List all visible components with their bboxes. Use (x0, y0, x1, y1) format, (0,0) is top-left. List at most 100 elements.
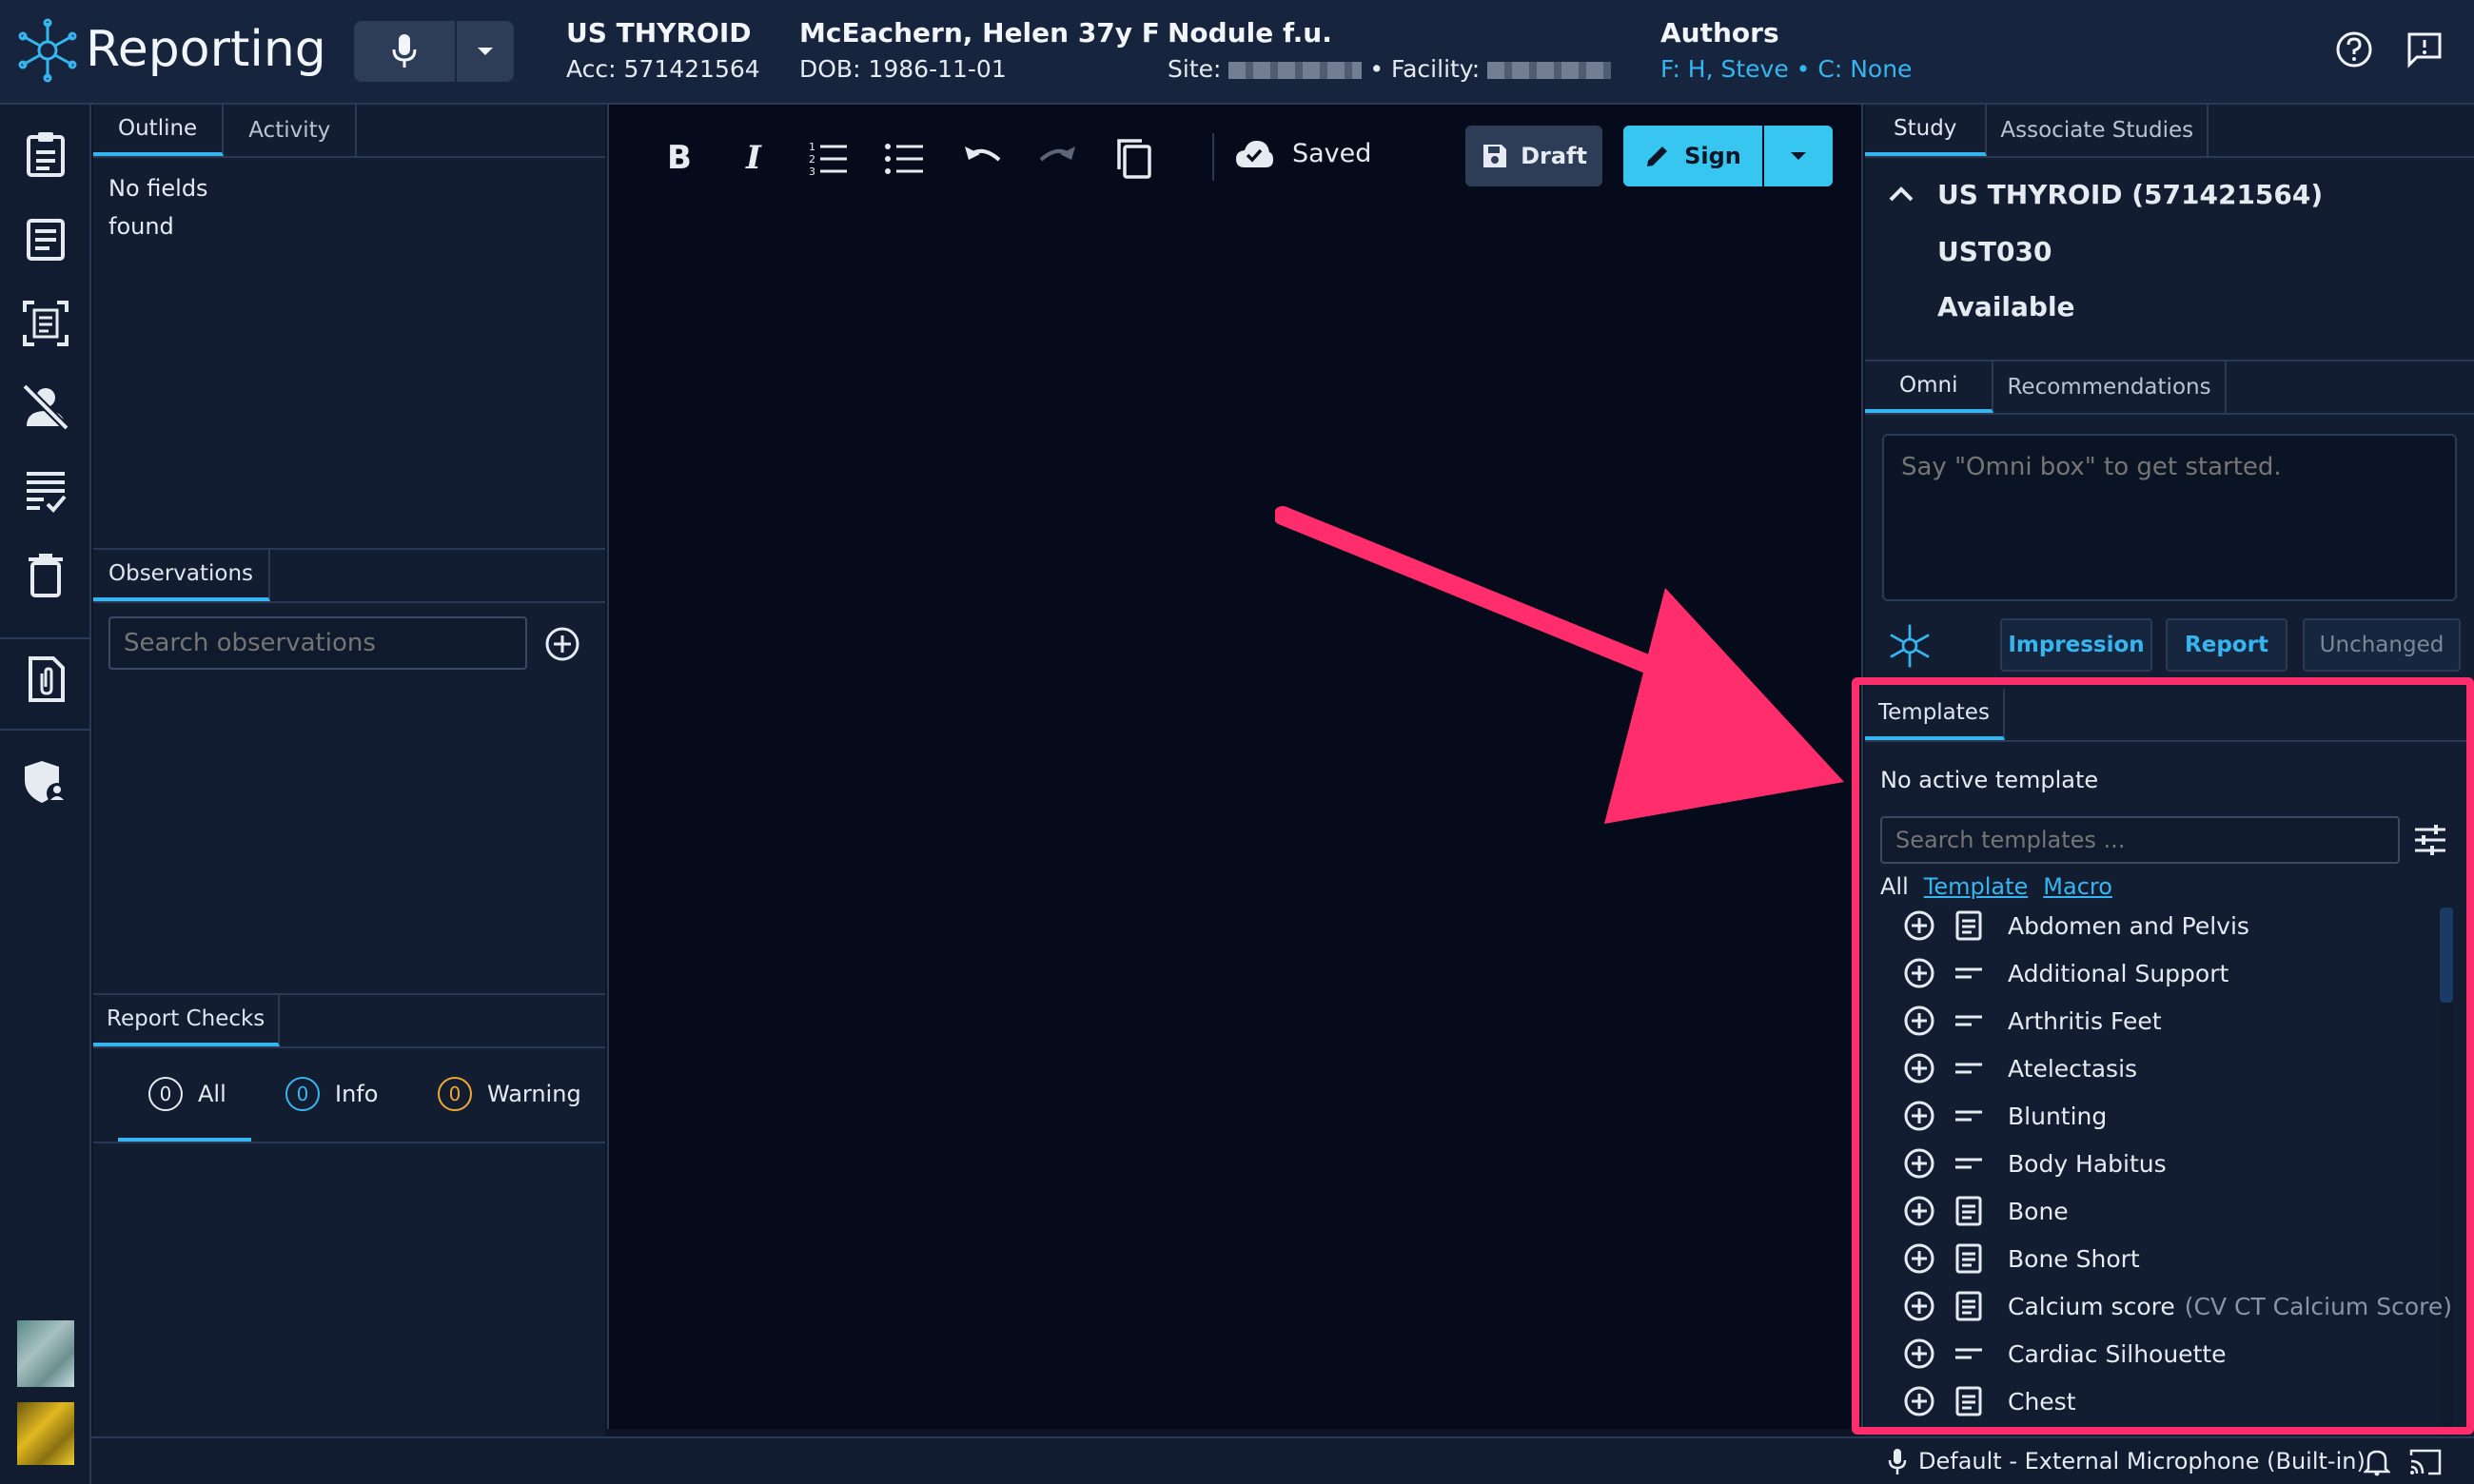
org-avatar[interactable] (17, 1402, 74, 1465)
add-template-icon[interactable] (1903, 1052, 1935, 1084)
sign-label: Sign (1684, 143, 1741, 169)
tab-activity[interactable]: Activity (224, 105, 358, 156)
template-row[interactable]: Bone Short (1903, 1235, 2140, 1282)
document-icon[interactable] (21, 215, 70, 264)
scan-document-icon[interactable] (21, 299, 70, 348)
check-filter-warning[interactable]: 0 Warning (438, 1077, 581, 1111)
search-observations-input[interactable] (108, 616, 527, 670)
draft-button[interactable]: Draft (1465, 126, 1602, 186)
scrollbar-thumb[interactable] (2440, 908, 2453, 1003)
user-off-icon[interactable] (21, 382, 70, 432)
omni-input[interactable] (1882, 434, 2457, 601)
feedback-icon[interactable] (2405, 30, 2444, 68)
template-document-icon (1953, 909, 1985, 942)
unchanged-button[interactable]: Unchanged (2303, 618, 2461, 672)
tab-observations[interactable]: Observations (93, 550, 271, 601)
saved-status: Saved (1292, 139, 1372, 168)
macro-text-icon (1953, 1147, 1985, 1180)
trash-icon[interactable] (21, 550, 70, 599)
add-template-icon[interactable] (1903, 1242, 1935, 1275)
add-template-icon[interactable] (1903, 1195, 1935, 1227)
check-count-all: 0 (148, 1077, 183, 1111)
app-header: Reporting US THYROID Acc: 571421564 McEa… (0, 0, 2474, 105)
macro-text-icon (1953, 1100, 1985, 1132)
template-row[interactable]: Bone (1903, 1187, 2069, 1235)
tab-study[interactable]: Study (1865, 105, 1988, 156)
user-avatar[interactable] (17, 1320, 74, 1387)
sign-dropdown-button[interactable] (1764, 126, 1833, 186)
tab-report-checks[interactable]: Report Checks (93, 995, 281, 1046)
template-row[interactable]: Arthritis Feet (1903, 997, 2162, 1045)
filter-template[interactable]: Template (1924, 873, 2029, 900)
template-row[interactable]: Cardiac Silhouette (1903, 1330, 2227, 1377)
undo-icon[interactable] (961, 137, 1003, 179)
save-draft-icon (1483, 145, 1507, 167)
clipboard-icon[interactable] (21, 129, 70, 179)
shield-user-icon[interactable] (21, 757, 70, 807)
svg-text:1: 1 (809, 141, 815, 153)
report-editor[interactable]: B I 1 2 3 Saved Draft Sign (607, 105, 1863, 1429)
check-filter-all[interactable]: 0 All (148, 1077, 226, 1111)
copy-icon[interactable] (1113, 137, 1155, 179)
patient-name: McEachern, Helen 37y F (799, 17, 1160, 49)
report-button[interactable]: Report (2166, 618, 2287, 672)
template-row[interactable]: Blunting (1903, 1092, 2107, 1140)
add-template-icon[interactable] (1903, 957, 1935, 989)
impression-button[interactable]: Impression (2000, 618, 2152, 672)
add-template-icon[interactable] (1903, 1290, 1935, 1322)
add-template-icon[interactable] (1903, 1147, 1935, 1180)
check-count-warning: 0 (438, 1077, 472, 1111)
filter-settings-icon[interactable] (2413, 824, 2447, 856)
redo-icon[interactable] (1037, 137, 1079, 179)
tab-outline[interactable]: Outline (93, 105, 225, 156)
template-row[interactable]: Calcium score (CV CT Calcium Score) (1903, 1282, 2452, 1330)
checklist-icon[interactable] (21, 466, 70, 516)
help-icon[interactable] (2335, 30, 2373, 68)
templates-scrollbar[interactable] (2440, 908, 2453, 1436)
authors-value[interactable]: F: H, Steve • C: None (1660, 55, 1912, 83)
app-title: Reporting (86, 21, 326, 78)
add-template-icon[interactable] (1903, 1385, 1935, 1417)
toolbar-divider (1212, 133, 1214, 181)
svg-text:2: 2 (809, 153, 815, 166)
observations-tabbar: Observations (93, 550, 605, 603)
template-row[interactable]: Abdomen and Pelvis (1903, 902, 2249, 949)
tab-recommendations[interactable]: Recommendations (1993, 361, 2227, 413)
bold-icon[interactable]: B (658, 137, 700, 179)
template-name: Body Habitus (2008, 1149, 2167, 1178)
template-row[interactable]: Body Habitus (1903, 1140, 2167, 1187)
attachment-document-icon[interactable] (21, 654, 70, 704)
check-filter-info[interactable]: 0 Info (285, 1077, 378, 1111)
add-template-icon[interactable] (1903, 1100, 1935, 1132)
microphone-device[interactable]: Default - External Microphone (Built-in) (1918, 1448, 2366, 1474)
add-template-icon[interactable] (1903, 1005, 1935, 1037)
bell-icon[interactable] (2364, 1448, 2390, 1476)
template-row[interactable]: Additional Support (1903, 949, 2229, 997)
dictation-button[interactable] (354, 21, 455, 82)
chevron-up-icon[interactable] (1888, 185, 1914, 204)
tab-omni[interactable]: Omni (1865, 361, 1994, 413)
italic-icon[interactable]: I (733, 137, 775, 179)
numbered-list-icon[interactable]: 1 2 3 (807, 137, 849, 179)
search-templates-input[interactable] (1880, 816, 2400, 864)
sign-button[interactable]: Sign (1623, 126, 1762, 186)
template-row[interactable]: Chest (1903, 1377, 2076, 1425)
site-facility: Site: • Facility: (1168, 55, 1612, 83)
add-template-icon[interactable] (1903, 1338, 1935, 1370)
template-row[interactable]: Atelectasis (1903, 1045, 2137, 1092)
filter-macro[interactable]: Macro (2043, 873, 2112, 900)
tab-associate-studies[interactable]: Associate Studies (1987, 105, 2209, 156)
pencil-icon (1647, 146, 1668, 166)
report-checks-tabbar: Report Checks (93, 995, 605, 1048)
template-name: Bone (2008, 1197, 2069, 1225)
add-template-icon[interactable] (1903, 909, 1935, 942)
dictation-dropdown-button[interactable] (457, 21, 514, 82)
add-observation-icon[interactable] (544, 626, 580, 662)
bullet-list-icon[interactable] (883, 137, 925, 179)
omni-logo-icon (1890, 624, 1930, 668)
left-rail (0, 105, 91, 1484)
macro-text-icon (1953, 1338, 1985, 1370)
cast-icon[interactable] (2409, 1448, 2442, 1476)
filter-all[interactable]: All (1880, 873, 1909, 900)
tab-templates[interactable]: Templates (1865, 689, 2005, 740)
